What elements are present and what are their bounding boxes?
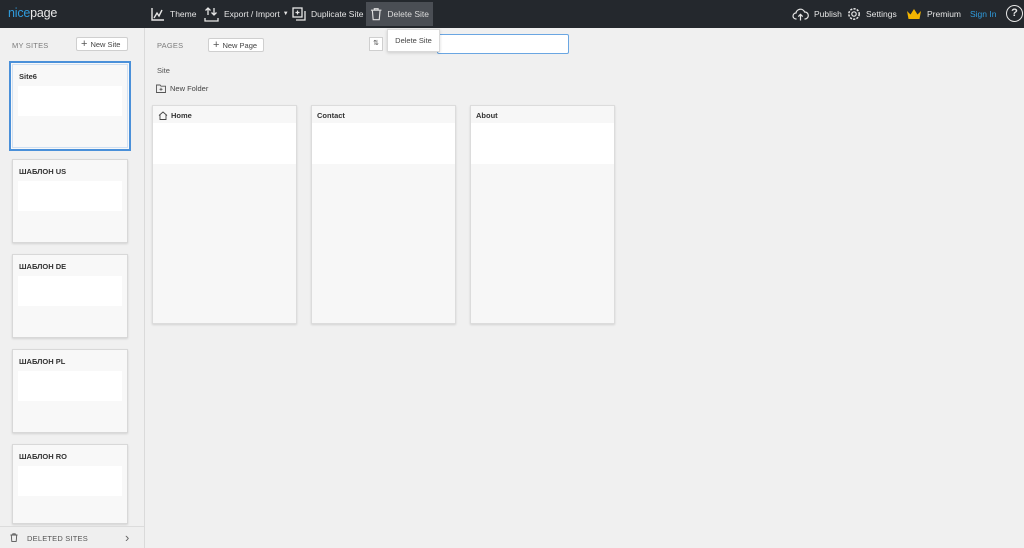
plus-icon: + xyxy=(213,39,220,51)
trash-icon xyxy=(10,533,18,542)
page-card-title: Contact xyxy=(317,111,345,120)
site-thumbnail xyxy=(18,276,122,306)
site-card-shablon-pl[interactable]: ШАБЛОН PL xyxy=(12,349,128,433)
new-page-button[interactable]: + New Page xyxy=(208,38,264,52)
new-folder-icon xyxy=(156,84,166,93)
home-icon xyxy=(158,111,168,120)
site-card-title: ШАБЛОН DE xyxy=(19,262,67,271)
gear-icon xyxy=(848,8,860,20)
site-thumbnail xyxy=(18,181,122,211)
page-card-title: About xyxy=(476,111,498,120)
deleted-sites-bar[interactable]: DELETED SITES › xyxy=(0,526,144,548)
trash-icon xyxy=(370,8,382,21)
sort-icon: ⇅ xyxy=(373,40,379,47)
site-card-title: ШАБЛОН PL xyxy=(19,357,66,366)
pages-heading: PAGES xyxy=(157,41,184,50)
site-card-title: ШАБЛОН US xyxy=(19,167,67,176)
duplicate-site-button[interactable]: Duplicate Site xyxy=(288,2,367,26)
app-logo[interactable]: nicepage xyxy=(8,6,57,20)
site-card-shablon-de[interactable]: ШАБЛОН DE xyxy=(12,254,128,338)
settings-button[interactable]: Settings xyxy=(843,2,901,26)
page-thumbnail xyxy=(471,123,614,164)
site-card-shablon-ro[interactable]: ШАБЛОН RO xyxy=(12,444,128,524)
site-card-title: ШАБЛОН RO xyxy=(19,452,68,461)
page-thumbnail xyxy=(153,123,296,164)
chevron-right-icon: › xyxy=(125,530,130,545)
site-thumbnail xyxy=(18,371,122,401)
premium-button[interactable]: Premium xyxy=(902,2,965,26)
site-card-shablon-us[interactable]: ШАБЛОН US xyxy=(12,159,128,243)
new-site-button[interactable]: + New Site xyxy=(76,37,128,51)
site-card-site6[interactable]: Site6 xyxy=(9,61,131,151)
theme-icon xyxy=(151,7,164,21)
export-import-icon xyxy=(204,6,219,22)
theme-button[interactable]: Theme xyxy=(146,2,200,26)
export-import-button[interactable]: Export / Import ▼ xyxy=(200,2,293,26)
page-card-title: Home xyxy=(158,111,192,120)
my-sites-heading: MY SITES xyxy=(12,41,49,50)
sign-in-link[interactable]: Sign In xyxy=(966,2,1000,26)
duplicate-icon xyxy=(292,7,306,21)
cloud-upload-icon xyxy=(792,8,809,20)
crown-icon xyxy=(907,8,921,19)
page-card-about[interactable]: About xyxy=(470,105,615,324)
site-thumbnail xyxy=(18,466,122,496)
publish-button[interactable]: Publish xyxy=(788,2,846,26)
page-card-contact[interactable]: Contact xyxy=(311,105,456,324)
new-folder-button[interactable]: New Folder xyxy=(156,84,208,93)
site-thumbnail xyxy=(18,86,122,116)
page-card-home[interactable]: Home xyxy=(152,105,297,324)
page-thumbnail xyxy=(312,123,455,164)
breadcrumb[interactable]: Site xyxy=(157,66,170,75)
top-bar: nicepage Theme Export / Import ▼ Duplicat… xyxy=(0,0,1024,28)
sort-button[interactable]: ⇅ xyxy=(369,37,383,51)
plus-icon: + xyxy=(81,38,88,50)
sites-sidebar: MY SITES + New Site Site6 ШАБЛОН US ШАБЛ… xyxy=(0,28,145,548)
search-input[interactable] xyxy=(437,34,569,54)
delete-site-button[interactable]: Delete Site xyxy=(366,2,433,26)
help-icon[interactable]: ? xyxy=(1006,5,1023,22)
delete-site-tooltip: Delete Site xyxy=(387,29,440,52)
site-card-title: Site6 xyxy=(19,72,37,81)
